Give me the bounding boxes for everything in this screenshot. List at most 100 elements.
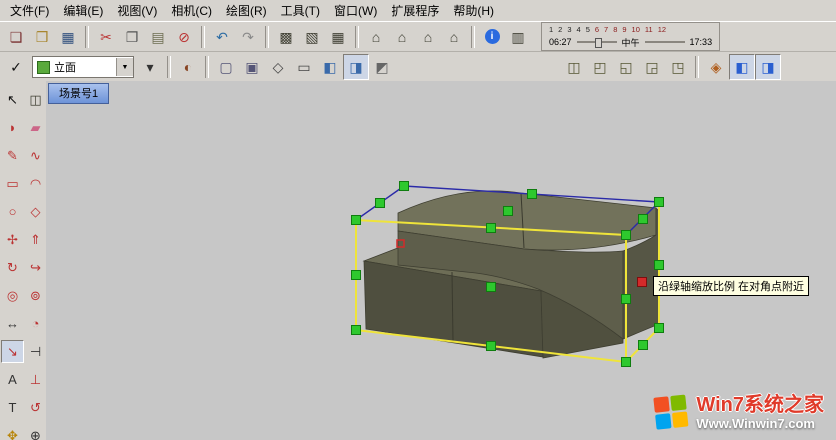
components-button[interactable]: ⌂ [389, 24, 415, 50]
copy-button[interactable]: ❐ [119, 24, 145, 50]
active-scale-handle[interactable] [638, 278, 647, 287]
monochrome-style-button[interactable]: ◩ [369, 54, 395, 80]
menu-edit[interactable]: 编辑(E) [56, 0, 110, 21]
validate-check-button[interactable]: ✓ [3, 54, 29, 80]
shadow-toggle-button[interactable]: ▥ [505, 24, 531, 50]
style-swatch [37, 61, 50, 74]
sketchup-window: 文件(F)编辑(E)视图(V)相机(C)绘图(R)工具(T)窗口(W)扩展程序帮… [0, 0, 836, 440]
menu-camera[interactable]: 相机(C) [164, 0, 219, 21]
wireframe-style-button[interactable]: ◇ [265, 54, 291, 80]
menu-draw[interactable]: 绘图(R) [219, 0, 274, 21]
front-view-button[interactable]: ◨ [755, 54, 781, 80]
move-tool[interactable]: ✢ [1, 228, 24, 251]
style-dropdown-value: 立面 [54, 59, 116, 75]
3d-text-tool[interactable]: T [1, 396, 24, 419]
offset-tool[interactable]: ◎ [1, 284, 24, 307]
menu-extensions[interactable]: 扩展程序 [384, 0, 446, 21]
display-section-cuts-button[interactable]: ◱ [613, 54, 639, 80]
protractor-tool[interactable]: ◔ [24, 312, 47, 335]
shadow-settings-panel[interactable]: 123456789101112 06:27 中午 17:33 [541, 22, 720, 51]
shadow-month-scale[interactable]: 123456789101112 [549, 25, 712, 34]
explode-button[interactable]: ▦ [325, 24, 351, 50]
line-tool[interactable]: ✎ [1, 144, 24, 167]
make-component-tool[interactable]: ◫ [24, 88, 47, 111]
iso-view-button[interactable]: ◈ [703, 54, 729, 80]
make-component-button[interactable]: ▩ [273, 24, 299, 50]
display-section-planes-button[interactable]: ◰ [587, 54, 613, 80]
slider-thumb[interactable] [595, 38, 602, 48]
follow-me-tool[interactable]: ↪ [24, 256, 47, 279]
scale-tooltip: 沿绿轴缩放比例 在对角点附近 [653, 276, 809, 296]
menu-view[interactable]: 视图(V) [110, 0, 164, 21]
freehand-tool[interactable]: ∿ [24, 144, 47, 167]
rotate-tool[interactable]: ↻ [1, 256, 24, 279]
polygon-tool[interactable]: ◇ [24, 200, 47, 223]
separator [471, 26, 475, 48]
zoom-tool[interactable]: ⊕ [24, 424, 47, 440]
sofa-model[interactable] [46, 81, 836, 440]
open-button[interactable]: ❒ [29, 24, 55, 50]
watermark: Win7系统之家 Www.Winwin7.com [655, 394, 824, 432]
menu-help[interactable]: 帮助(H) [446, 0, 501, 21]
shadow-time-slider-2[interactable] [645, 41, 685, 43]
menu-tools[interactable]: 工具(T) [274, 0, 327, 21]
undo-button[interactable]: ↶ [209, 24, 235, 50]
push-pull-tool[interactable]: ⇑ [24, 228, 47, 251]
new-button[interactable]: ❏ [3, 24, 29, 50]
model-canvas[interactable]: 场景号1 [46, 81, 836, 440]
save-button[interactable]: ▦ [55, 24, 81, 50]
details-button[interactable]: ▾ [137, 54, 163, 80]
paint-bucket-tool[interactable]: ◗ [1, 116, 24, 139]
section-outline-button[interactable]: ◳ [665, 54, 691, 80]
separator [167, 56, 171, 78]
redo-button[interactable]: ↷ [235, 24, 261, 50]
erase-button[interactable]: ⊘ [171, 24, 197, 50]
separator [355, 26, 359, 48]
menu-bar: 文件(F)编辑(E)视图(V)相机(C)绘图(R)工具(T)窗口(W)扩展程序帮… [0, 0, 836, 22]
top-view-button[interactable]: ◧ [729, 54, 755, 80]
back-edges-style-button[interactable]: ▣ [239, 54, 265, 80]
windows-logo-icon [654, 394, 691, 431]
shadow-start-time: 06:27 [549, 37, 572, 47]
chevron-down-icon[interactable]: ▼ [116, 58, 133, 76]
rectangle-tool[interactable]: ▭ [1, 172, 24, 195]
pan-tool[interactable]: ✥ [1, 424, 24, 440]
menu-window[interactable]: 窗口(W) [327, 0, 384, 21]
menu-file[interactable]: 文件(F) [3, 0, 56, 21]
watermark-title: Win7系统之家 [696, 394, 824, 417]
arc-tool[interactable]: ◠ [24, 172, 47, 195]
materials-button[interactable]: ⌂ [415, 24, 441, 50]
text-tool[interactable]: A [1, 368, 24, 391]
scene-tab[interactable]: 场景号1 [48, 83, 109, 104]
style-buttons: ▾ ◐ ▢▣◇▭◧◨◩ [137, 54, 395, 80]
axes-tool[interactable]: ⊥ [24, 368, 47, 391]
xray-style-button[interactable]: ▢ [213, 54, 239, 80]
scale-tool[interactable]: ↘ [1, 340, 24, 363]
styles-browser-button[interactable]: ⌂ [441, 24, 467, 50]
textured-style-button[interactable]: ◨ [343, 54, 369, 80]
paste-button[interactable]: ▤ [145, 24, 171, 50]
dimension-tool[interactable]: ⊣ [24, 340, 47, 363]
tape-measure-tool[interactable]: ↔ [1, 312, 24, 335]
eraser-tool[interactable]: ▰ [24, 116, 47, 139]
separator [695, 56, 699, 78]
separator [85, 26, 89, 48]
cut-button[interactable]: ✂ [93, 24, 119, 50]
section-fill-button[interactable]: ◲ [639, 54, 665, 80]
circle-tool[interactable]: ○ [1, 200, 24, 223]
style-dropdown[interactable]: 立面 ▼ [32, 56, 134, 78]
separator [265, 26, 269, 48]
section-plane-button[interactable]: ◫ [561, 54, 587, 80]
shadow-time-slider[interactable] [577, 41, 617, 43]
orbit-tool[interactable]: ↺ [24, 396, 47, 419]
hidden-line-style-button[interactable]: ▭ [291, 54, 317, 80]
select-tool[interactable]: ↖ [1, 88, 24, 111]
main-toolbar: ❏❒▦✂❐▤⊘↶↷▩▧▦⌂⌂⌂⌂i▥ 123456789101112 06:27… [0, 22, 836, 52]
shadow-dialog-button[interactable]: ◐ [175, 54, 201, 80]
model-info-button[interactable]: ⌂ [363, 24, 389, 50]
group-button[interactable]: ▧ [299, 24, 325, 50]
style-toolbar: ✓ 立面 ▼ ▾◐▢▣◇▭◧◨◩ ◫◰◱◲◳◈◧◨ [0, 52, 836, 83]
shaded-style-button[interactable]: ◧ [317, 54, 343, 80]
intersect-tool[interactable]: ⊚ [24, 284, 47, 307]
info-button[interactable]: i [479, 24, 505, 50]
